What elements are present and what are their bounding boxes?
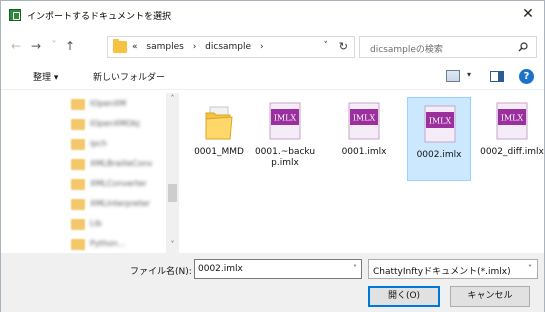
nav-folder-item[interactable]: XMLInterpreter	[71, 197, 171, 211]
toolbar: 整理 ▾ 新しいフォルダー ▾ ?	[1, 65, 544, 89]
app-icon	[9, 9, 21, 21]
folder-icon	[71, 219, 85, 230]
scroll-up-button[interactable]: ˄	[166, 93, 179, 105]
dialog-title: インポートするドキュメントを選択	[27, 12, 172, 22]
imlx-file-icon: IMLX	[496, 102, 528, 140]
breadcrumb-separator[interactable]: ›	[193, 42, 197, 52]
close-button[interactable]: ✕	[520, 6, 536, 22]
file-type-value: ChattyInftyドキュメント(*.imlx)	[373, 267, 511, 277]
file-list: 0001_MMD IMLX 0001.~backup.imlx IMLX 000…	[183, 91, 544, 253]
imlx-file-icon: IMLX	[269, 102, 301, 140]
preview-pane-icon[interactable]	[490, 71, 504, 82]
imlx-file-icon: IMLX	[348, 102, 380, 140]
nav-folder-item[interactable]: XMLConverter	[71, 177, 171, 191]
search-icon[interactable]	[518, 42, 528, 52]
back-button[interactable]: ←	[9, 39, 23, 53]
file-item-imlx[interactable]: IMLX 0001.~backup.imlx	[253, 95, 317, 179]
folder-icon	[71, 139, 85, 150]
folder-icon	[71, 239, 85, 250]
imlx-icon-label: IMLX	[274, 114, 297, 123]
imlx-icon-label: IMLX	[501, 114, 524, 123]
nav-folder-label: XMLConverter	[90, 179, 147, 188]
search-input[interactable]: dicsampleの検索	[359, 36, 537, 58]
organize-button[interactable]: 整理 ▾	[33, 70, 58, 83]
breadcrumb-separator[interactable]: ›	[260, 42, 264, 52]
filename-input[interactable]: 0002.imlx ˅	[194, 259, 362, 279]
toolbar-divider	[1, 89, 544, 90]
breadcrumb: « samples › dicsample ›	[132, 42, 270, 52]
folder-icon	[71, 119, 85, 130]
file-item-imlx-selected[interactable]: IMLX 0002.imlx	[407, 97, 471, 181]
open-button[interactable]: 開く(O)	[368, 286, 440, 307]
chevron-down-icon[interactable]: ˅	[528, 264, 532, 273]
file-item-folder[interactable]: 0001_MMD	[187, 95, 251, 179]
navigation-row: ← → ˅ ↑ « samples › dicsample › ˅ ↻ dics…	[1, 31, 544, 61]
up-folder-button[interactable]: ↑	[63, 39, 77, 53]
file-name: 0001.~backup.imlx	[254, 147, 316, 168]
scroll-down-button[interactable]: ˅	[166, 239, 179, 251]
folder-icon	[205, 106, 233, 140]
imlx-icon-label: IMLX	[429, 117, 452, 126]
nav-folder-label: ipch	[90, 139, 107, 148]
filename-value[interactable]: 0002.imlx	[198, 264, 243, 274]
nav-folder-label: IOpenXM	[90, 99, 127, 108]
file-name: 0001.imlx	[341, 147, 387, 157]
breadcrumb-overflow[interactable]: «	[132, 42, 138, 52]
change-view-icon[interactable]	[446, 70, 460, 82]
title-bar: インポートするドキュメントを選択 ✕	[1, 1, 544, 29]
nav-folder-label: Python...	[90, 239, 126, 248]
forward-button[interactable]: →	[29, 39, 43, 53]
file-name: 0002_diff.imlx	[480, 147, 544, 157]
address-dropdown-button[interactable]: ˅	[324, 41, 329, 51]
breadcrumb-dicsample[interactable]: dicsample	[205, 42, 251, 52]
scrollbar-thumb[interactable]	[168, 184, 177, 202]
nav-folder-item[interactable]: Python...	[71, 237, 171, 251]
file-name: 0001_MMD	[194, 147, 244, 157]
nav-folder-label: Lib	[90, 219, 102, 228]
nav-folder-item[interactable]: XMLBrailleConv	[71, 157, 171, 171]
refresh-button[interactable]: ↻	[339, 40, 348, 53]
address-bar[interactable]: « samples › dicsample › ˅ ↻	[107, 36, 355, 58]
filename-history-dropdown[interactable]: ˅	[353, 264, 357, 273]
search-placeholder: dicsampleの検索	[370, 45, 443, 55]
new-folder-button[interactable]: 新しいフォルダー	[93, 70, 165, 83]
file-open-dialog: インポートするドキュメントを選択 ✕ ← → ˅ ↑ « samples › d…	[0, 0, 545, 312]
folder-icon	[113, 39, 127, 53]
nav-folder-item[interactable]: ipch	[71, 137, 171, 151]
folder-icon	[71, 99, 85, 110]
nav-folder-item[interactable]: IOpenXM	[71, 97, 171, 111]
folder-icon	[71, 199, 85, 210]
nav-folder-label: XMLInterpreter	[90, 199, 151, 208]
navigation-pane: IOpenXM IOpenXMObj ipch XMLBrailleConv X…	[1, 91, 179, 253]
recent-locations-button[interactable]: ˅	[47, 39, 61, 53]
cancel-button[interactable]: キャンセル	[450, 286, 530, 307]
nav-folder-label: IOpenXMObj	[90, 119, 140, 128]
navpane-scrollbar[interactable]	[166, 93, 179, 253]
filename-label: ファイル名(N):	[130, 267, 192, 277]
breadcrumb-samples[interactable]: samples	[146, 42, 183, 52]
file-type-select[interactable]: ChattyInftyドキュメント(*.imlx) ˅	[368, 259, 538, 279]
help-icon[interactable]: ?	[519, 69, 534, 84]
folder-icon	[71, 179, 85, 190]
imlx-file-icon: IMLX	[424, 105, 456, 143]
file-item-imlx[interactable]: IMLX 0002_diff.imlx	[480, 95, 544, 179]
nav-folder-item[interactable]: IOpenXMObj	[71, 117, 171, 131]
nav-folder-item[interactable]: Lib	[71, 217, 171, 231]
file-item-imlx[interactable]: IMLX 0001.imlx	[332, 95, 396, 179]
view-options-dropdown[interactable]: ▾	[467, 70, 471, 79]
dialog-footer: ファイル名(N): 0002.imlx ˅ ChattyInftyドキュメント(…	[1, 253, 544, 312]
nav-folder-label: XMLBrailleConv	[90, 159, 153, 168]
folder-icon	[71, 159, 85, 170]
file-name: 0002.imlx	[416, 150, 462, 160]
imlx-icon-label: IMLX	[353, 114, 376, 123]
